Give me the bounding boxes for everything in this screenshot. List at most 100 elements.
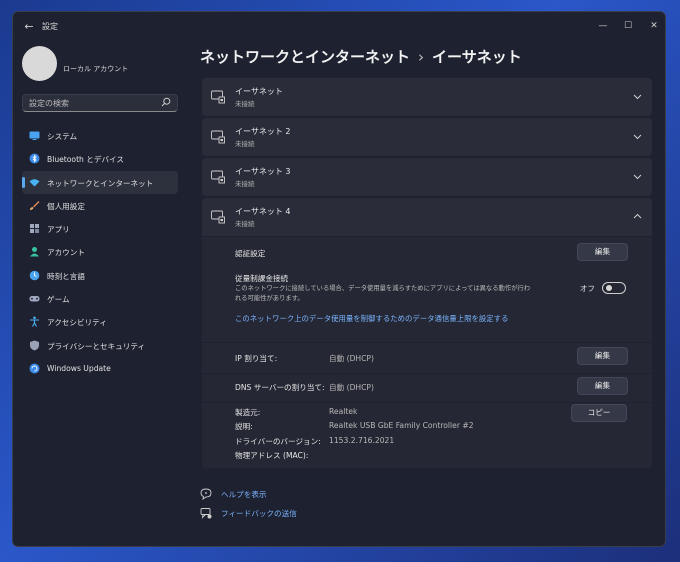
properties-section: 製造元: Realtek 説明: Realtek USB GbE Family … — [202, 403, 652, 468]
sidebar-item-label: ネットワークとインターネット — [47, 178, 154, 188]
ip-assignment-label: IP 割り当て: — [235, 354, 278, 363]
settings-window: ← 設定 — ☐ ✕ ローカル アカウント 設定の検索 システム Bluetoo… — [12, 11, 666, 547]
property-value: Realtek — [329, 407, 358, 416]
metered-connection-row: 従量制課金接続 このネットワークに接続している場合、データ使用量を減らすためにア… — [202, 268, 652, 349]
title-bar: ← 設定 — ☐ ✕ — [13, 12, 665, 42]
sidebar-item-label: アプリ — [47, 225, 70, 235]
metered-toggle-state: オフ — [579, 284, 595, 293]
account-name[interactable]: ローカル アカウント — [63, 64, 128, 74]
back-button[interactable]: ← — [22, 20, 36, 34]
adapter-name: イーサネット 2 — [235, 127, 291, 136]
data-limit-link[interactable]: このネットワーク上のデータ使用量を制御するためのデータ通信量上限を設定する — [235, 313, 508, 324]
sidebar-item-bluetooth[interactable]: Bluetooth とデバイス — [22, 147, 178, 170]
ethernet-icon — [211, 90, 225, 104]
chevron-down-icon[interactable] — [633, 132, 642, 141]
clock-globe-icon — [29, 270, 40, 281]
ip-edit-button[interactable]: 編集 — [577, 347, 628, 365]
dns-assignment-value: 自動 (DHCP) — [329, 383, 374, 392]
property-label: 製造元: — [235, 408, 261, 417]
sidebar-item-privacy[interactable]: プライバシーとセキュリティ — [22, 334, 178, 357]
ip-assignment-value: 自動 (DHCP) — [329, 354, 374, 363]
property-label: ドライバーのバージョン: — [235, 437, 321, 446]
wifi-icon — [29, 178, 40, 187]
auth-settings-row: 認証設定 編集 — [202, 237, 652, 268]
auth-settings-label: 認証設定 — [235, 249, 266, 258]
adapter-status: 未接続 — [235, 220, 255, 228]
chevron-down-icon[interactable] — [633, 92, 642, 101]
adapter-card-header[interactable]: イーサネット 4 未接続 — [202, 198, 652, 236]
sidebar-item-label: システム — [47, 132, 78, 141]
gamepad-icon — [29, 296, 40, 302]
breadcrumb-current: イーサネット — [432, 48, 522, 66]
adapter-name: イーサネット — [235, 87, 283, 96]
ip-assignment-row: IP 割り当て: 自動 (DHCP) 編集 — [202, 343, 652, 373]
dns-edit-button[interactable]: 編集 — [577, 377, 628, 395]
adapter-card-ethernet-2[interactable]: イーサネット 2 未接続 — [202, 118, 652, 156]
adapter-card-ethernet[interactable]: イーサネット 未接続 — [202, 78, 652, 116]
sidebar-item-label: 時刻と言語 — [47, 271, 85, 281]
auth-edit-button[interactable]: 編集 — [577, 243, 628, 261]
sidebar-item-accessibility[interactable]: アクセシビリティ — [22, 310, 178, 333]
search-icon[interactable] — [161, 97, 171, 107]
maximize-button[interactable]: ☐ — [618, 17, 638, 35]
sidebar-item-apps[interactable]: アプリ — [22, 217, 178, 240]
sidebar-item-windows-update[interactable]: Windows Update — [22, 357, 178, 380]
sidebar-item-label: Windows Update — [47, 363, 111, 373]
accessibility-icon — [30, 316, 39, 328]
metered-connection-label: 従量制課金接続 — [235, 274, 289, 283]
avatar[interactable] — [22, 46, 57, 81]
shield-icon — [30, 340, 39, 351]
monitor-icon — [29, 131, 40, 140]
adapter-status: 未接続 — [235, 180, 255, 188]
search-placeholder: 設定の検索 — [29, 99, 69, 108]
sidebar-item-label: ゲーム — [47, 295, 70, 305]
minimize-button[interactable]: — — [593, 17, 613, 35]
chevron-down-icon[interactable] — [633, 172, 642, 181]
sidebar-item-label: 個人用設定 — [47, 201, 85, 211]
sidebar-item-time-language[interactable]: 時刻と言語 — [22, 264, 178, 287]
update-icon — [29, 363, 40, 374]
adapter-status: 未接続 — [235, 140, 255, 148]
sidebar-item-system[interactable]: システム — [22, 124, 178, 147]
property-label: 説明: — [235, 422, 253, 431]
feedback-link[interactable]: フィードバックの送信 — [221, 508, 297, 519]
breadcrumb-separator: › — [418, 48, 425, 66]
help-icon — [200, 488, 212, 500]
adapter-card-header[interactable]: イーサネット 2 未接続 — [202, 118, 652, 156]
sidebar-item-label: Bluetooth とデバイス — [47, 155, 125, 165]
close-button[interactable]: ✕ — [644, 17, 664, 35]
copy-button[interactable]: コピー — [571, 404, 627, 422]
person-icon — [30, 247, 39, 257]
sidebar-item-label: プライバシーとセキュリティ — [47, 341, 146, 351]
sidebar-item-accounts[interactable]: アカウント — [22, 240, 178, 263]
property-value: Realtek USB GbE Family Controller #2 — [329, 421, 474, 430]
breadcrumb-parent[interactable]: ネットワークとインターネット — [200, 48, 410, 66]
bluetooth-icon — [29, 153, 40, 164]
adapter-name: イーサネット 4 — [235, 207, 291, 216]
sidebar-item-label: アカウント — [47, 248, 85, 258]
chevron-up-icon[interactable] — [633, 212, 642, 221]
metered-toggle[interactable] — [602, 282, 626, 294]
sidebar-item-personalization[interactable]: 個人用設定 — [22, 194, 178, 217]
metered-connection-description: このネットワークに接続している場合、データ使用量を減らすためにアプリによっては異… — [235, 285, 531, 302]
dns-assignment-label: DNS サーバーの割り当て: — [235, 383, 325, 392]
search-input[interactable]: 設定の検索 — [22, 94, 178, 112]
app-title: 設定 — [42, 22, 58, 31]
apps-icon — [30, 224, 39, 234]
sidebar-item-gaming[interactable]: ゲーム — [22, 287, 178, 310]
ethernet-icon — [211, 130, 225, 144]
brush-icon — [30, 200, 40, 210]
sidebar-nav: システム Bluetooth とデバイス ネットワークとインターネット 個人用設… — [22, 124, 178, 380]
sidebar-item-network[interactable]: ネットワークとインターネット — [22, 170, 178, 194]
adapter-card-ethernet-4[interactable]: イーサネット 4 未接続 — [202, 198, 652, 236]
adapter-status: 未接続 — [235, 100, 255, 108]
ethernet-icon — [211, 210, 225, 224]
adapter-card-header[interactable]: イーサネット 未接続 — [202, 78, 652, 116]
help-link[interactable]: ヘルプを表示 — [221, 489, 267, 500]
property-value: 1153.2.716.2021 — [329, 436, 395, 445]
feedback-icon — [200, 508, 212, 519]
adapter-card-ethernet-3[interactable]: イーサネット 3 未接続 — [202, 158, 652, 196]
adapter-card-header[interactable]: イーサネット 3 未接続 — [202, 158, 652, 196]
adapter-name: イーサネット 3 — [235, 167, 291, 176]
property-label: 物理アドレス (MAC): — [235, 451, 309, 460]
